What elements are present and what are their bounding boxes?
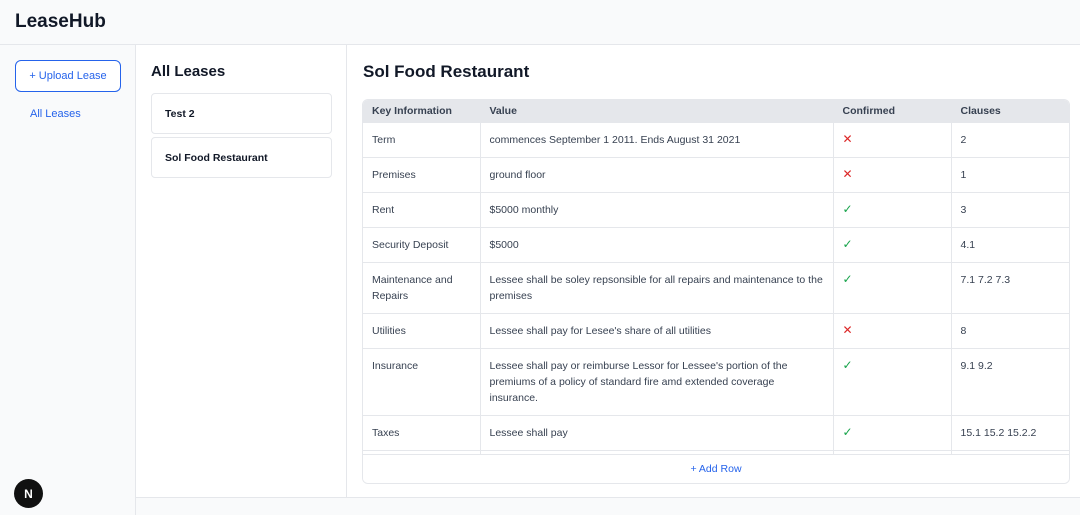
cell-key[interactable]: Taxes [363,414,481,450]
cell-clauses[interactable]: 2 [951,121,1069,157]
not-confirmed-icon[interactable]: ✕ [843,324,853,336]
table-scroll-area[interactable]: Key Information Value Confirmed Clauses … [363,100,1069,454]
cell-key[interactable]: Maintenance and Repairs [363,261,481,313]
lease-card-test-2[interactable]: Test 2 [151,93,332,134]
add-row-button[interactable]: + Add Row [363,454,1069,483]
lease-card-sol-food-restaurant[interactable]: Sol Food Restaurant [151,137,332,178]
cell-clauses[interactable]: 4.1 [951,226,1069,262]
cell-clauses[interactable]: 15.1 15.2 15.2.2 [951,414,1069,450]
cell-clauses[interactable]: 7.1 7.2 7.3 [951,261,1069,313]
table-row: Utilities Lessee shall pay for Lesee's s… [363,312,1069,348]
lease-list-title: All Leases [151,63,226,80]
key-info-table: Key Information Value Confirmed Clauses … [362,99,1070,484]
lease-detail-panel: Sol Food Restaurant Key Information Valu… [347,45,1080,498]
cell-value[interactable]: ground floor [480,156,834,192]
column-header-confirmed: Confirmed [833,100,952,122]
next-logo-icon[interactable]: N [14,479,43,508]
table-row: Term commences September 1 2011. Ends Au… [363,121,1069,157]
cell-clauses[interactable]: 9.1 9.2 [951,347,1069,415]
lease-detail-title: Sol Food Restaurant [363,62,530,81]
cell-value[interactable]: Lessee shall pay for Lesee's share of al… [480,312,834,348]
cell-confirmed[interactable]: ✕ [833,121,952,157]
confirmed-check-icon[interactable]: ✓ [843,273,853,285]
cell-confirmed[interactable]: ✓ [833,261,952,313]
not-confirmed-icon[interactable]: ✕ [843,168,853,180]
cell-clauses[interactable]: 3 [951,191,1069,227]
table-row: Premises ground floor ✕ 1 [363,156,1069,192]
cell-value[interactable]: $5000 [480,226,834,262]
table-row: Maintenance and Repairs Lessee shall be … [363,261,1069,313]
cell-clauses[interactable]: 1 [951,156,1069,192]
sidebar: + Upload Lease All Leases [0,45,136,515]
column-header-value: Value [480,100,834,122]
top-bar: LeaseHub [0,0,1080,45]
cell-key[interactable]: Rent [363,191,481,227]
table-row: Taxes Lessee shall pay ✓ 15.1 15.2 15.2.… [363,414,1069,450]
cell-key[interactable]: Security Deposit [363,226,481,262]
cell-value[interactable]: Lessee shall pay [480,414,834,450]
column-header-key: Key Information [363,100,481,122]
cell-value[interactable]: commences September 1 2011. Ends August … [480,121,834,157]
cell-value[interactable]: $5000 monthly [480,191,834,227]
nav-all-leases-link[interactable]: All Leases [30,108,81,120]
cell-value[interactable]: Lessee shall be soley repsonsible for al… [480,261,834,313]
table-row: Rent $5000 monthly ✓ 3 [363,191,1069,227]
cell-value[interactable]: Lessee shall pay or reimburse Lessor for… [480,347,834,415]
cell-confirmed[interactable]: ✓ [833,226,952,262]
cell-clauses[interactable]: 8 [951,312,1069,348]
confirmed-check-icon[interactable]: ✓ [843,359,853,371]
cell-key[interactable]: Utilities [363,312,481,348]
app-title: LeaseHub [15,11,106,32]
key-info-grid: Key Information Value Confirmed Clauses … [363,100,1069,454]
confirmed-check-icon[interactable]: ✓ [843,238,853,250]
cell-key[interactable]: Term [363,121,481,157]
cell-confirmed[interactable]: ✓ [833,347,952,415]
cell-key[interactable]: Premises [363,156,481,192]
cell-confirmed[interactable]: ✕ [833,312,952,348]
column-header-clauses: Clauses [951,100,1069,122]
confirmed-check-icon[interactable]: ✓ [843,426,853,438]
cell-confirmed[interactable]: ✓ [833,414,952,450]
upload-lease-button[interactable]: + Upload Lease [15,60,121,92]
not-confirmed-icon[interactable]: ✕ [843,133,853,145]
cell-confirmed[interactable]: ✓ [833,191,952,227]
table-header-row: Key Information Value Confirmed Clauses [363,100,1069,122]
cell-key[interactable]: Insurance [363,347,481,415]
table-row: Security Deposit $5000 ✓ 4.1 [363,226,1069,262]
table-row: Insurance Lessee shall pay or reimburse … [363,347,1069,415]
cell-confirmed[interactable]: ✕ [833,156,952,192]
confirmed-check-icon[interactable]: ✓ [843,203,853,215]
lease-list-panel: All Leases Test 2 Sol Food Restaurant [136,45,347,498]
